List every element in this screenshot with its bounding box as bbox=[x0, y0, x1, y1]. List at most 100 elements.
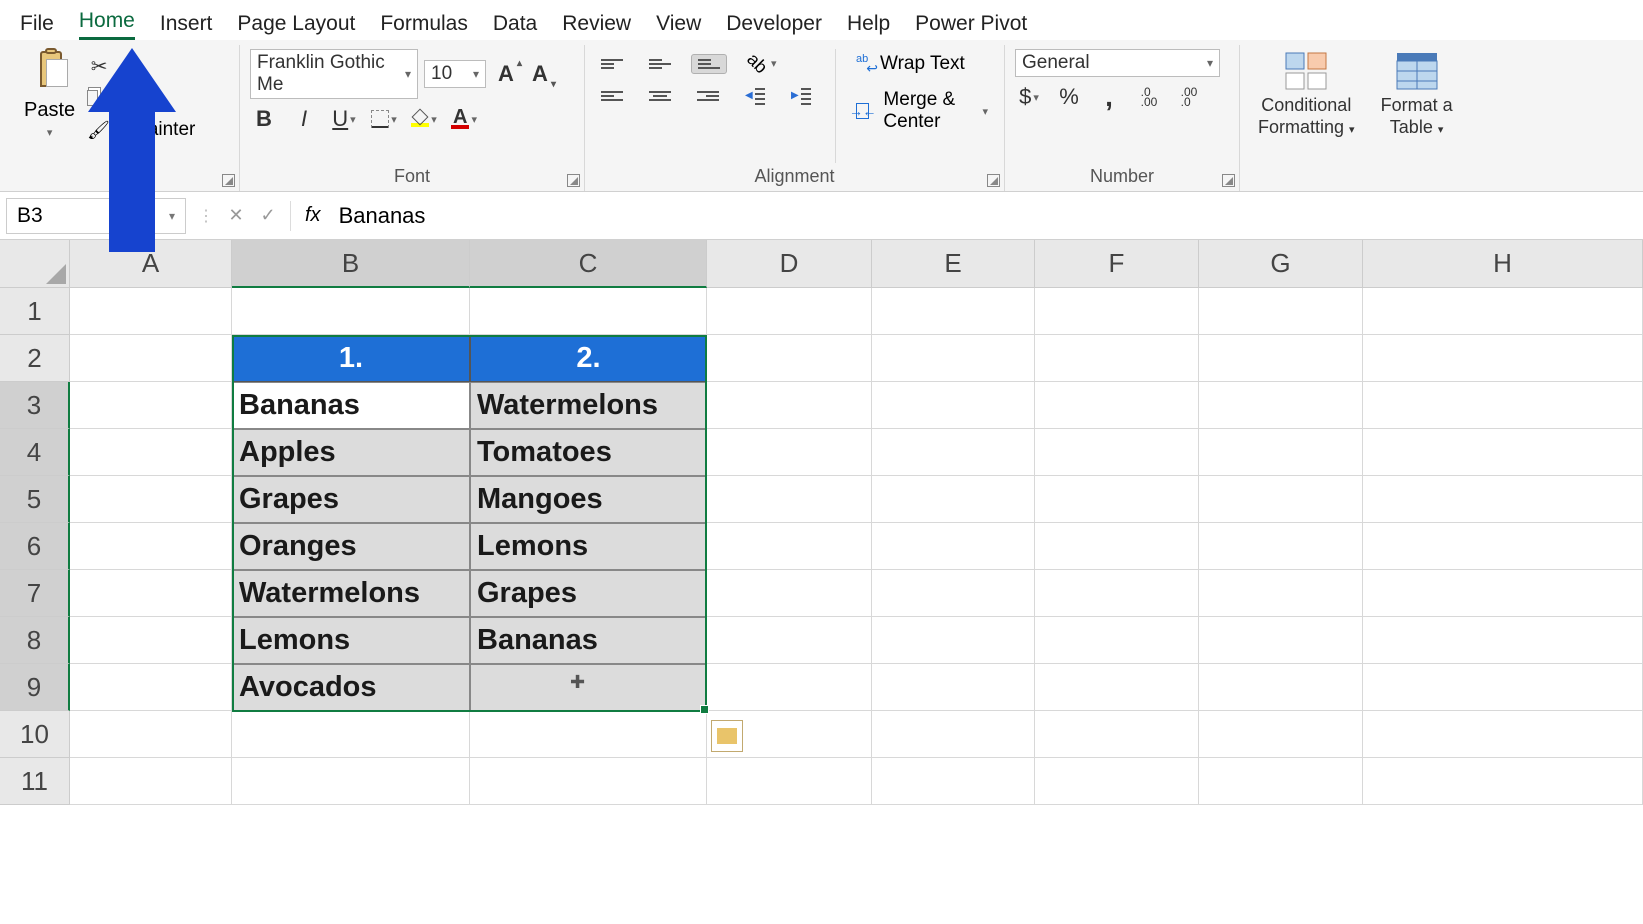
cell-A7[interactable] bbox=[70, 570, 232, 617]
col-header-g[interactable]: G bbox=[1199, 240, 1363, 288]
comma-button[interactable]: , bbox=[1095, 83, 1123, 111]
cell-C2[interactable]: 2. bbox=[470, 335, 707, 382]
cell-D3[interactable] bbox=[707, 382, 872, 429]
font-dialog-launcher[interactable] bbox=[567, 174, 580, 187]
borders-button[interactable]: ▾ bbox=[370, 105, 398, 133]
tab-help[interactable]: Help bbox=[847, 7, 890, 40]
cell-F1[interactable] bbox=[1035, 288, 1199, 335]
cell-C7[interactable]: Grapes bbox=[470, 570, 707, 617]
cell-D8[interactable] bbox=[707, 617, 872, 664]
tab-formulas[interactable]: Formulas bbox=[380, 7, 468, 40]
orientation-button[interactable]: ab▾ bbox=[741, 49, 783, 78]
cell-C10[interactable] bbox=[470, 711, 707, 758]
cell-A3[interactable] bbox=[70, 382, 232, 429]
cancel-formula-button[interactable]: ✕ bbox=[220, 200, 252, 232]
alignment-dialog-launcher[interactable] bbox=[987, 174, 1000, 187]
cell-B8[interactable]: Lemons bbox=[232, 617, 470, 664]
row-header-5[interactable]: 5 bbox=[0, 476, 70, 523]
cell-D6[interactable] bbox=[707, 523, 872, 570]
cell-E10[interactable] bbox=[872, 711, 1035, 758]
col-header-d[interactable]: D bbox=[707, 240, 872, 288]
cell-A4[interactable] bbox=[70, 429, 232, 476]
col-header-h[interactable]: H bbox=[1363, 240, 1643, 288]
cell-G11[interactable] bbox=[1199, 758, 1363, 805]
cell-G4[interactable] bbox=[1199, 429, 1363, 476]
cell-G3[interactable] bbox=[1199, 382, 1363, 429]
cell-D4[interactable] bbox=[707, 429, 872, 476]
tab-data[interactable]: Data bbox=[493, 7, 537, 40]
cell-F2[interactable] bbox=[1035, 335, 1199, 382]
cell-A8[interactable] bbox=[70, 617, 232, 664]
tab-file[interactable]: File bbox=[20, 7, 54, 40]
cell-E1[interactable] bbox=[872, 288, 1035, 335]
cell-B9[interactable]: Avocados bbox=[232, 664, 470, 711]
increase-decimal-button[interactable]: .0.00 bbox=[1135, 83, 1163, 111]
increase-font-button[interactable]: A bbox=[492, 60, 520, 88]
row-header-11[interactable]: 11 bbox=[0, 758, 70, 805]
row-header-4[interactable]: 4 bbox=[0, 429, 70, 476]
font-name-combo[interactable]: Franklin Gothic Me▾ bbox=[250, 49, 418, 99]
cell-A2[interactable] bbox=[70, 335, 232, 382]
format-as-table-button[interactable]: Format a Table ▾ bbox=[1373, 49, 1461, 187]
cell-F4[interactable] bbox=[1035, 429, 1199, 476]
row-header-6[interactable]: 6 bbox=[0, 523, 70, 570]
wrap-text-button[interactable]: Wrap Text bbox=[850, 49, 971, 79]
cell-C5[interactable]: Mangoes bbox=[470, 476, 707, 523]
cell-H6[interactable] bbox=[1363, 523, 1643, 570]
cut-button[interactable]: ✂ bbox=[87, 55, 111, 77]
cell-E8[interactable] bbox=[872, 617, 1035, 664]
conditional-formatting-button[interactable]: Conditional Formatting ▾ bbox=[1250, 49, 1363, 187]
accounting-button[interactable]: $▾ bbox=[1015, 83, 1043, 111]
cell-C3[interactable]: Watermelons bbox=[470, 382, 707, 429]
cell-B10[interactable] bbox=[232, 711, 470, 758]
cell-F9[interactable] bbox=[1035, 664, 1199, 711]
cell-F5[interactable] bbox=[1035, 476, 1199, 523]
align-left-button[interactable] bbox=[595, 87, 629, 105]
cell-C1[interactable] bbox=[470, 288, 707, 335]
decrease-decimal-button[interactable]: .00.0 bbox=[1175, 83, 1203, 111]
cell-H7[interactable] bbox=[1363, 570, 1643, 617]
cell-G2[interactable] bbox=[1199, 335, 1363, 382]
cell-D7[interactable] bbox=[707, 570, 872, 617]
cell-A10[interactable] bbox=[70, 711, 232, 758]
col-header-f[interactable]: F bbox=[1035, 240, 1199, 288]
cell-F10[interactable] bbox=[1035, 711, 1199, 758]
cell-A5[interactable] bbox=[70, 476, 232, 523]
decrease-indent-button[interactable] bbox=[739, 84, 771, 108]
cell-G1[interactable] bbox=[1199, 288, 1363, 335]
bold-button[interactable]: B bbox=[250, 105, 278, 133]
cell-B3[interactable]: Bananas bbox=[232, 382, 470, 429]
cell-E11[interactable] bbox=[872, 758, 1035, 805]
clipboard-dialog-launcher[interactable] bbox=[222, 174, 235, 187]
font-color-button[interactable]: A▾ bbox=[450, 105, 478, 133]
merge-center-button[interactable]: Merge & Center▾ bbox=[850, 85, 994, 137]
tab-home[interactable]: Home bbox=[79, 4, 135, 40]
increase-indent-button[interactable] bbox=[785, 84, 817, 108]
cell-H3[interactable] bbox=[1363, 382, 1643, 429]
tab-view[interactable]: View bbox=[656, 7, 701, 40]
cell-B1[interactable] bbox=[232, 288, 470, 335]
col-header-a[interactable]: A bbox=[70, 240, 232, 288]
cell-A1[interactable] bbox=[70, 288, 232, 335]
cell-H4[interactable] bbox=[1363, 429, 1643, 476]
cell-D1[interactable] bbox=[707, 288, 872, 335]
row-header-7[interactable]: 7 bbox=[0, 570, 70, 617]
cell-C9[interactable] bbox=[470, 664, 707, 711]
row-header-9[interactable]: 9 bbox=[0, 664, 70, 711]
decrease-font-button[interactable]: A bbox=[526, 60, 554, 88]
percent-button[interactable]: % bbox=[1055, 83, 1083, 111]
cell-D2[interactable] bbox=[707, 335, 872, 382]
font-size-combo[interactable]: 10▾ bbox=[424, 60, 486, 88]
cell-C11[interactable] bbox=[470, 758, 707, 805]
col-header-b[interactable]: B bbox=[232, 240, 470, 288]
fill-color-button[interactable]: ▾ bbox=[410, 105, 438, 133]
row-header-8[interactable]: 8 bbox=[0, 617, 70, 664]
tab-power-pivot[interactable]: Power Pivot bbox=[915, 7, 1027, 40]
cell-A9[interactable] bbox=[70, 664, 232, 711]
row-header-10[interactable]: 10 bbox=[0, 711, 70, 758]
number-format-combo[interactable]: General▾ bbox=[1015, 49, 1220, 77]
cell-G6[interactable] bbox=[1199, 523, 1363, 570]
quick-analysis-button[interactable] bbox=[711, 720, 743, 752]
row-header-2[interactable]: 2 bbox=[0, 335, 70, 382]
cell-G7[interactable] bbox=[1199, 570, 1363, 617]
